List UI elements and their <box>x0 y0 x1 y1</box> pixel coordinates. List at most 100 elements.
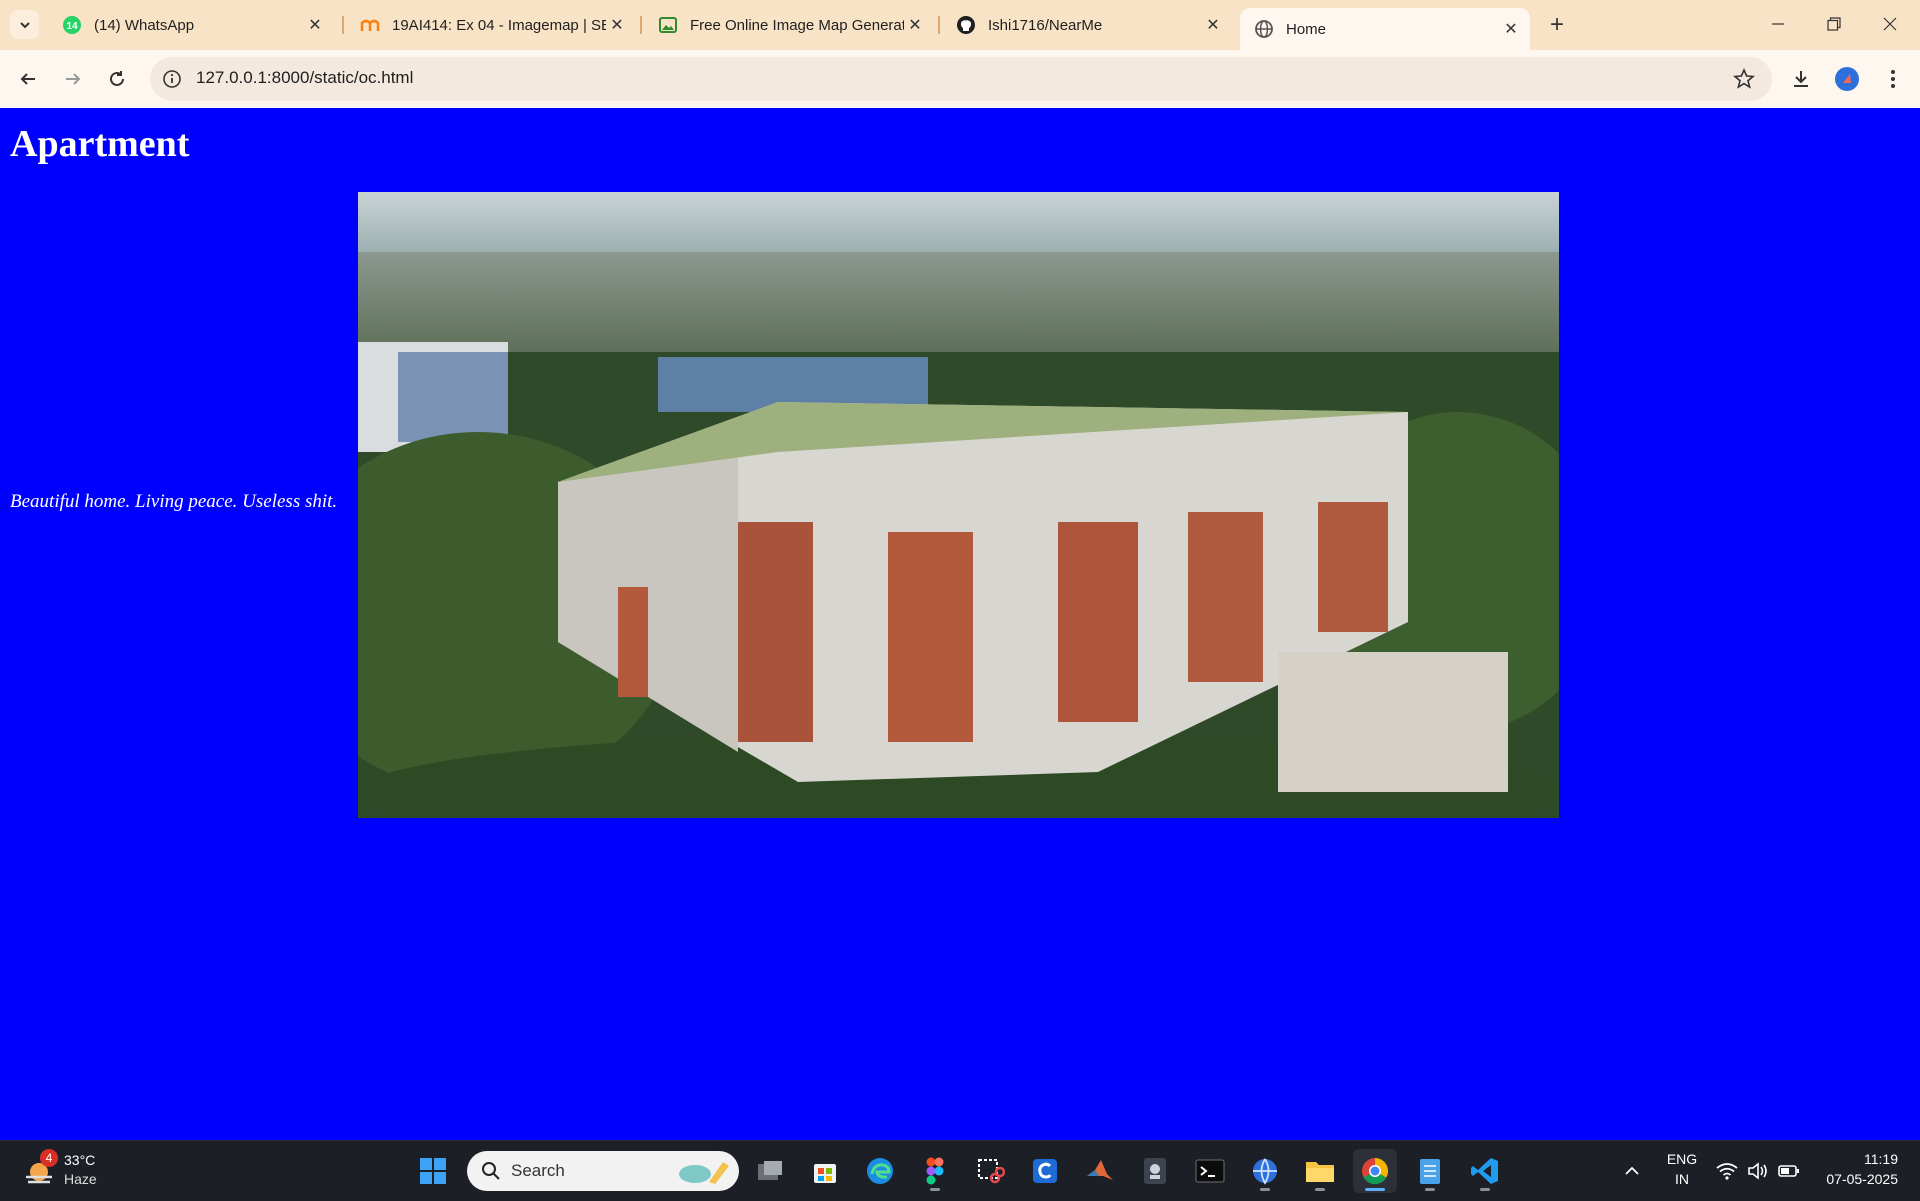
taskbar-app-matlab[interactable] <box>1078 1149 1122 1193</box>
moodle-icon <box>360 15 380 35</box>
back-button[interactable] <box>12 63 44 95</box>
github-icon <box>956 15 976 35</box>
browser-tab-strip: 14 (14) WhatsApp ✕ 19AI414: Ex 04 - Imag… <box>0 0 1920 50</box>
running-indicator <box>1365 1188 1385 1191</box>
reload-icon <box>110 71 124 86</box>
plus-icon: + <box>1549 11 1564 38</box>
running-indicator <box>1260 1188 1270 1191</box>
close-window-button[interactable] <box>1862 0 1918 48</box>
close-tab-icon[interactable]: ✕ <box>1500 18 1522 40</box>
running-indicator <box>1480 1188 1490 1191</box>
taskbar-app[interactable] <box>1133 1149 1177 1193</box>
tab-title: (14) WhatsApp <box>94 16 195 34</box>
battery-icon <box>1777 1165 1799 1177</box>
taskbar-app-c[interactable] <box>1023 1149 1067 1193</box>
tab-home[interactable]: Home ✕ <box>1240 8 1530 50</box>
close-icon <box>1883 17 1897 31</box>
globe-icon <box>1254 19 1274 39</box>
taskbar-app-edge[interactable] <box>858 1149 902 1193</box>
url-text[interactable]: 127.0.0.1:8000/static/oc.html <box>196 68 413 88</box>
taskbar-app-vscode[interactable] <box>1463 1149 1507 1193</box>
tab-image-map-generator[interactable]: Free Online Image Map Generat ✕ <box>644 8 934 42</box>
notepad-icon <box>1420 1159 1440 1184</box>
network-app-icon <box>1253 1158 1277 1185</box>
tab-title: Ishi1716/NearMe <box>988 16 1103 34</box>
taskbar-app-store[interactable] <box>803 1149 847 1193</box>
system-tray-status[interactable] <box>1712 1155 1804 1187</box>
tab-separator <box>640 16 642 34</box>
browser-toolbar: 127.0.0.1:8000/static/oc.html <box>0 50 1920 108</box>
taskbar-app-snipping-tool[interactable] <box>968 1149 1012 1193</box>
notification-badge: 4 <box>40 1149 58 1167</box>
taskbar-app-figma[interactable] <box>913 1149 957 1193</box>
profile-button[interactable] <box>1833 65 1861 93</box>
tab-moodle[interactable]: 19AI414: Ex 04 - Imagemap | SE ✕ <box>346 8 636 42</box>
tagline-text: Beautiful home. Living peace. Useless sh… <box>10 491 338 512</box>
new-tab-button[interactable]: + <box>1542 10 1572 40</box>
taskbar-app-notepad[interactable] <box>1408 1149 1452 1193</box>
weather-condition: Haze <box>64 1171 97 1187</box>
search-placeholder: Search <box>511 1161 565 1180</box>
tab-title: 19AI414: Ex 04 - Imagemap | SE <box>392 16 606 34</box>
windows-start-icon <box>420 1158 446 1184</box>
close-tab-icon[interactable]: ✕ <box>904 14 926 36</box>
store-icon <box>814 1164 836 1183</box>
close-tab-icon[interactable]: ✕ <box>1202 14 1224 36</box>
svg-text:14: 14 <box>66 21 78 32</box>
close-tab-icon[interactable]: ✕ <box>606 14 628 36</box>
taskbar-app-file-explorer[interactable] <box>1298 1149 1342 1193</box>
page-title: Apartment <box>10 123 190 165</box>
apartment-image[interactable] <box>358 192 1559 818</box>
download-icon <box>1794 71 1808 87</box>
task-view-button[interactable] <box>748 1149 792 1193</box>
clock[interactable]: 11:19 07-05-2025 <box>1812 1149 1912 1193</box>
address-bar[interactable]: 127.0.0.1:8000/static/oc.html <box>150 57 1772 101</box>
reload-button[interactable] <box>101 63 133 95</box>
taskbar-app-chrome[interactable] <box>1353 1149 1397 1193</box>
arrow-right-icon <box>66 73 81 85</box>
chevron-down-icon <box>19 21 30 28</box>
tab-separator <box>342 16 344 34</box>
task-view-icon <box>758 1161 782 1180</box>
weather-widget[interactable]: 4 33°C Haze <box>20 1149 130 1193</box>
restore-button[interactable] <box>1806 0 1862 48</box>
language-indicator[interactable]: ENG IN <box>1660 1149 1704 1193</box>
windows-taskbar: 4 33°C Haze Search ENG IN 11:19 07-05-20… <box>0 1140 1920 1201</box>
clock-date: 07-05-2025 <box>1826 1171 1898 1187</box>
region-code: IN <box>1675 1171 1689 1187</box>
bookmark-star-icon[interactable] <box>1732 67 1756 91</box>
close-tab-icon[interactable]: ✕ <box>304 14 326 36</box>
downloads-button[interactable] <box>1787 65 1815 93</box>
clock-time: 11:19 <box>1864 1151 1898 1167</box>
start-button[interactable] <box>411 1149 455 1193</box>
arrow-left-icon <box>20 73 35 85</box>
image-icon <box>658 15 678 35</box>
restore-icon <box>1827 17 1841 31</box>
matlab-icon <box>1087 1160 1113 1180</box>
volume-icon <box>1748 1162 1767 1180</box>
page-content: Apartment Beautiful home. Living peace. … <box>0 108 1920 1140</box>
chrome-icon <box>1362 1158 1389 1185</box>
taskbar-app-terminal[interactable] <box>1188 1149 1232 1193</box>
edge-icon <box>867 1158 893 1184</box>
minimize-button[interactable] <box>1750 0 1806 48</box>
wifi-icon <box>1716 1163 1738 1180</box>
show-hidden-icons-button[interactable] <box>1618 1157 1646 1185</box>
tab-search-button[interactable] <box>10 10 39 39</box>
taskbar-search[interactable]: Search <box>467 1151 739 1191</box>
avatar <box>1835 67 1859 91</box>
tab-github[interactable]: Ishi1716/NearMe ✕ <box>942 8 1232 42</box>
minimize-icon <box>1772 23 1784 25</box>
figma-icon <box>926 1157 944 1185</box>
chevron-up-icon <box>1625 1166 1639 1175</box>
forward-button[interactable] <box>57 63 89 95</box>
running-indicator <box>1315 1188 1325 1191</box>
language-code: ENG <box>1666 1151 1698 1167</box>
search-highlight-icon <box>679 1162 729 1184</box>
tab-whatsapp[interactable]: 14 (14) WhatsApp ✕ <box>48 8 334 42</box>
more-vertical-icon <box>1891 70 1895 88</box>
running-indicator <box>1425 1188 1435 1191</box>
taskbar-app-network[interactable] <box>1243 1149 1287 1193</box>
menu-button[interactable] <box>1879 65 1907 93</box>
site-info-icon[interactable] <box>162 69 182 89</box>
